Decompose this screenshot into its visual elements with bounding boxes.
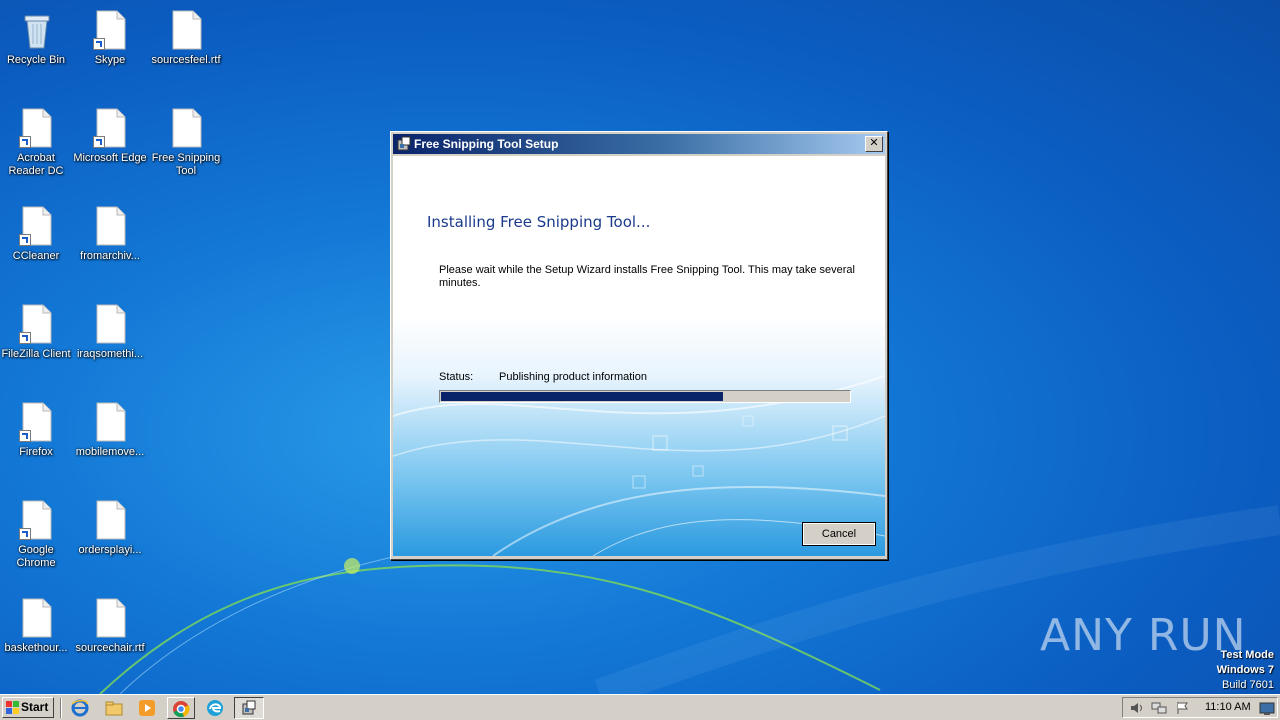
start-button[interactable]: Start xyxy=(2,697,54,718)
file-icon xyxy=(93,10,127,50)
dialog-title: Free Snipping Tool Setup xyxy=(414,137,559,151)
desktop-icon[interactable]: Firefox xyxy=(0,402,74,476)
file-icon xyxy=(21,598,53,638)
desktop-icon-label: Skype xyxy=(94,54,126,66)
chrome-icon xyxy=(173,701,190,718)
desktop-icon[interactable]: ordersplayi... xyxy=(74,500,148,574)
explorer-icon[interactable] xyxy=(104,698,124,718)
file-icon xyxy=(19,108,53,148)
file-icon xyxy=(95,500,127,540)
file-icon xyxy=(171,10,203,50)
network-icon[interactable] xyxy=(1151,701,1167,715)
edge-icon[interactable] xyxy=(205,698,225,718)
desktop-icon-label: mobilemove... xyxy=(75,446,145,458)
desktop-icon-label: baskethour... xyxy=(4,642,68,654)
desktop-icon-label: ordersplayi... xyxy=(78,544,142,556)
desktop-icon-label: fromarchiv... xyxy=(80,250,140,262)
desktop-icon[interactable]: sourcesfeel.rtf xyxy=(150,10,224,84)
desktop-icon-label: Free Snipping Tool xyxy=(151,152,221,177)
desktop-icon-label: sourcesfeel.rtf xyxy=(151,54,221,66)
file-icon xyxy=(95,598,127,638)
file-icon xyxy=(171,108,203,148)
shortcut-arrow-icon xyxy=(19,430,31,442)
desktop-icon[interactable]: Skype xyxy=(74,10,148,84)
shortcut-arrow-icon xyxy=(93,38,105,50)
desktop-icon[interactable]: mobilemove... xyxy=(74,402,148,476)
shortcut-arrow-icon xyxy=(19,136,31,148)
desktop-icon[interactable]: Free Snipping Tool xyxy=(150,108,224,182)
shortcut-arrow-icon xyxy=(19,332,31,344)
taskbar-separator xyxy=(60,698,62,718)
desktop-icon[interactable]: FileZilla Client xyxy=(0,304,74,378)
clock[interactable]: 11:10 AM xyxy=(1205,701,1251,713)
file-icon xyxy=(95,402,127,442)
desktop-icon-label: Microsoft Edge xyxy=(73,152,147,164)
windows-logo-icon xyxy=(6,701,19,714)
action-center-flag-icon[interactable] xyxy=(1175,701,1191,715)
file-icon xyxy=(19,500,53,540)
install-progress-bar xyxy=(439,390,851,403)
taskbar: Start 11:10 AM xyxy=(0,694,1280,720)
windows-version-text: Windows 7 xyxy=(1216,664,1274,676)
recycle-bin-icon xyxy=(21,10,53,50)
dialog-content: Installing Free Snipping Tool... Please … xyxy=(393,156,885,556)
anyrun-watermark: ANY RUN xyxy=(1040,610,1247,661)
desktop-icon[interactable]: sourcechair.rtf xyxy=(74,598,148,672)
build-text: Build 7601 xyxy=(1222,679,1274,691)
start-label: Start xyxy=(21,700,49,714)
file-icon xyxy=(95,304,127,344)
dialog-titlebar[interactable]: Free Snipping Tool Setup ✕ xyxy=(393,134,885,154)
media-player-icon[interactable] xyxy=(137,698,157,718)
desktop-icon[interactable]: CCleaner xyxy=(0,206,74,280)
show-desktop-icon[interactable] xyxy=(1259,702,1275,716)
desktop-icon[interactable]: Microsoft Edge xyxy=(73,108,148,182)
close-button[interactable]: ✕ xyxy=(865,136,883,152)
desktop-icon[interactable]: iraqsomethi... xyxy=(74,304,148,378)
desktop-icon-label: Recycle Bin xyxy=(6,54,66,66)
setup-taskbar-button[interactable] xyxy=(234,697,264,719)
install-heading: Installing Free Snipping Tool... xyxy=(427,213,651,231)
setup-icon xyxy=(397,136,411,151)
shortcut-arrow-icon xyxy=(93,136,105,148)
file-icon xyxy=(19,402,53,442)
desktop-icon-label: Acrobat Reader DC xyxy=(8,152,64,177)
desktop-icon[interactable]: fromarchiv... xyxy=(74,206,148,280)
shortcut-arrow-icon xyxy=(19,528,31,540)
desktop-icon-label: iraqsomethi... xyxy=(76,348,144,360)
install-description: Please wait while the Setup Wizard insta… xyxy=(439,264,855,289)
desktop-icon-label: CCleaner xyxy=(12,250,60,262)
desktop: Recycle Bin Skype sourcesfeel.rtf Acrobat R… xyxy=(0,0,1280,694)
chrome-taskbar-button[interactable] xyxy=(167,697,195,719)
file-icon xyxy=(19,304,53,344)
desktop-icon[interactable]: baskethour... xyxy=(0,598,74,672)
desktop-icon-label: FileZilla Client xyxy=(1,348,71,360)
file-icon xyxy=(95,206,127,246)
status-label: Status: xyxy=(439,371,474,383)
ie-icon[interactable] xyxy=(70,698,90,718)
file-icon xyxy=(19,206,53,246)
desktop-icon-label: sourcechair.rtf xyxy=(75,642,145,654)
volume-icon[interactable] xyxy=(1129,701,1145,715)
system-info: Test Mode Windows 7 Build 7601 xyxy=(1217,648,1274,693)
progress-fill xyxy=(441,392,723,401)
cancel-button[interactable]: Cancel xyxy=(802,522,876,546)
desktop-icon[interactable]: Recycle Bin xyxy=(0,10,74,84)
shortcut-arrow-icon xyxy=(19,234,31,246)
setup-icon xyxy=(242,700,256,715)
file-icon xyxy=(93,108,127,148)
status-value: Publishing product information xyxy=(499,371,647,383)
desktop-icon[interactable]: Google Chrome xyxy=(0,500,74,574)
desktop-icon-label: Google Chrome xyxy=(16,544,56,569)
desktop-icon-label: Firefox xyxy=(19,446,53,458)
test-mode-text: Test Mode xyxy=(1220,649,1274,661)
system-tray: 11:10 AM xyxy=(1122,697,1278,718)
desktop-icon[interactable]: Acrobat Reader DC xyxy=(0,108,74,182)
setup-dialog: Free Snipping Tool Setup ✕ Installing Fr… xyxy=(390,131,888,560)
